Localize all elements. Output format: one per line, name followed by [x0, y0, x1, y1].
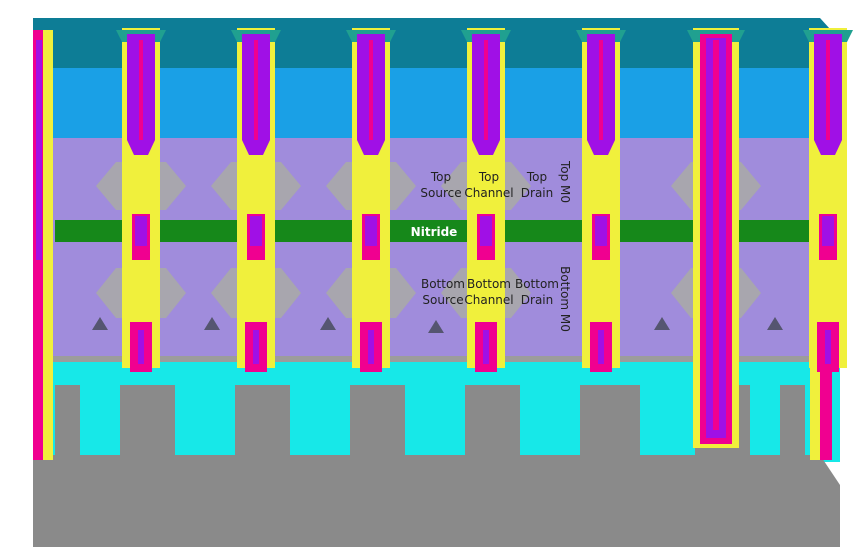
gate-column — [576, 28, 626, 372]
top-via-center — [484, 40, 488, 140]
gate-column — [231, 28, 281, 372]
bottom-via-core — [598, 330, 604, 364]
left-edge-liner — [43, 30, 53, 460]
mid-via-core — [365, 216, 377, 246]
bottom-channel-label-line1: Bottom — [467, 277, 511, 291]
bottom-source-label-line2: Source — [422, 293, 463, 307]
top-m0-label: Top M0 — [558, 160, 572, 203]
bottom-m0-label: Bottom M0 — [558, 266, 572, 332]
bottom-drain-label-line2: Drain — [521, 293, 553, 307]
top-drain-label-line2: Drain — [521, 186, 553, 200]
mid-via-core — [595, 216, 607, 246]
bottom-via-core — [483, 330, 489, 364]
mid-via-core — [480, 216, 492, 246]
bottom-channel-label-line2: Channel — [464, 293, 513, 307]
bottom-via-core — [138, 330, 144, 364]
gate-column — [116, 28, 166, 372]
top-source-label-line1: Top — [430, 170, 451, 184]
top-channel-label-line1: Top — [478, 170, 499, 184]
substrate-fin — [780, 385, 805, 460]
substrate-fin — [350, 385, 405, 460]
top-via-center — [139, 40, 143, 140]
substrate-fin — [235, 385, 290, 460]
substrate — [33, 455, 840, 547]
bottom-drain-label-line1: Bottom — [515, 277, 559, 291]
nitride-label: Nitride — [411, 225, 458, 239]
substrate-fin — [465, 385, 520, 460]
top-source-label-line2: Source — [420, 186, 461, 200]
mid-via-core — [822, 216, 834, 246]
gate-column — [803, 28, 853, 372]
top-via-center — [254, 40, 258, 140]
substrate-fin — [580, 385, 640, 460]
top-channel-label-line2: Channel — [464, 186, 513, 200]
gate-column — [461, 28, 511, 372]
substrate-fin — [55, 385, 80, 460]
gate-column — [346, 28, 396, 372]
deep-via-center — [713, 40, 719, 430]
bottom-source-label-line1: Bottom — [421, 277, 465, 291]
mid-via-core — [250, 216, 262, 246]
top-via-center — [599, 40, 603, 140]
top-via-center — [826, 40, 830, 140]
bottom-via-core — [368, 330, 374, 364]
bottom-via-core — [825, 330, 831, 364]
cfet-cross-section-diagram: Top Source Top Channel Top Drain Top M0 … — [33, 18, 853, 547]
mid-via-core — [135, 216, 147, 246]
top-via-center — [369, 40, 373, 140]
left-edge-via — [36, 40, 42, 260]
substrate-fin — [120, 385, 175, 460]
gate-column — [687, 28, 745, 448]
top-drain-label-line1: Top — [526, 170, 547, 184]
bottom-via-core — [253, 330, 259, 364]
